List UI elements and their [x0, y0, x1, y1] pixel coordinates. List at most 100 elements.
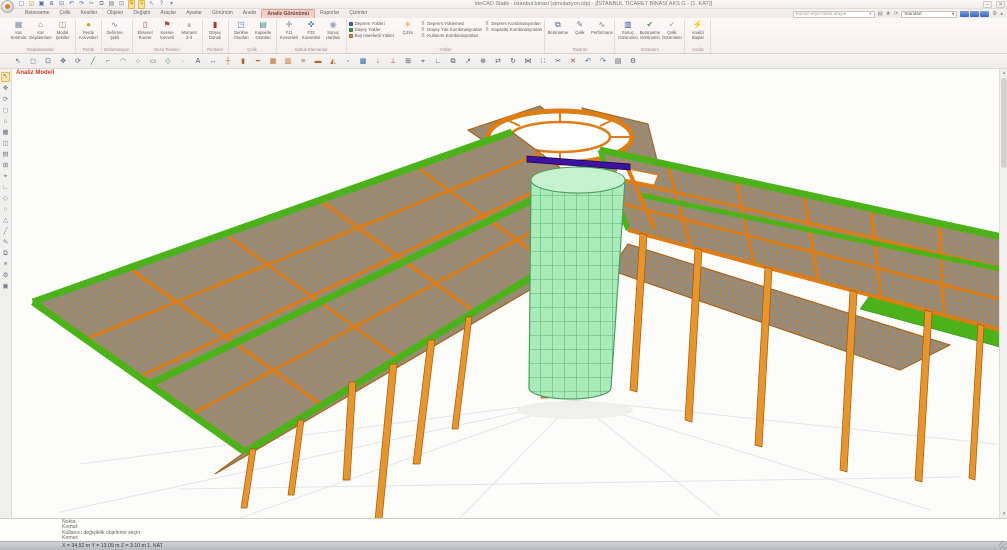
pan-icon[interactable]: ✥	[3, 85, 8, 93]
zoom-window-icon[interactable]: ◻	[29, 57, 37, 66]
triangle-icon[interactable]: △	[3, 217, 8, 225]
layer-widget[interactable]	[960, 11, 989, 17]
measure-icon[interactable]: ↗	[464, 57, 472, 66]
model-viewport[interactable]	[12, 69, 999, 518]
rotate-icon[interactable]: ↻	[509, 57, 517, 66]
pointer-icon[interactable]: ↖	[148, 1, 155, 8]
column-icon[interactable]: ▮	[239, 57, 247, 66]
seismic-loading-item[interactable]: ≣Deprem Yüklemesi	[421, 21, 482, 26]
print-icon[interactable]: ⊟	[58, 1, 65, 8]
zoom-extents-icon[interactable]: ⊡	[44, 57, 52, 66]
scroll-down-icon[interactable]: ▼	[1000, 510, 1007, 518]
elevation-view-icon[interactable]: ◫	[2, 140, 8, 148]
storey-check-button[interactable]: ▦Kat Kontrolü	[8, 19, 29, 41]
moment-button[interactable]: ⌅Moment 3-3	[179, 19, 200, 41]
seismic-combinations-item[interactable]: ≣Deprem Kombinasyonları	[485, 21, 542, 26]
tab-objeler[interactable]: Objeler	[102, 9, 128, 18]
detail-view-icon[interactable]: ▤	[2, 151, 8, 159]
seismic-loads-item[interactable]: Deprem Yükleri	[349, 21, 395, 26]
scroll-up-icon[interactable]: ▲	[1000, 69, 1007, 77]
wall-forces-button[interactable]: ●Perde Kuvvetleri	[78, 19, 99, 41]
resize-grip[interactable]	[999, 542, 1006, 549]
command-console[interactable]: NoktaKomut:Kullanıcı değişiklik objeleri…	[0, 518, 1007, 541]
stair-icon[interactable]: ≡	[299, 57, 307, 66]
app-menu-button[interactable]	[1, 0, 14, 13]
copy-icon[interactable]: ⊕	[479, 57, 487, 66]
point-icon[interactable]: ·	[179, 57, 187, 66]
concrete-design-button[interactable]: ⧉Betonarme	[547, 19, 568, 36]
rect-icon[interactable]: ▭	[149, 57, 157, 66]
drawing-button[interactable]: ✳Çizim	[397, 19, 418, 36]
cut-icon[interactable]: ✂	[88, 1, 95, 8]
zoom-window-icon[interactable]: ◻	[3, 107, 8, 115]
select-icon[interactable]: ↖	[1, 72, 10, 82]
capacity-ratios-button[interactable]: ▤Kapasite Oranları	[253, 19, 274, 41]
home-view-icon[interactable]: ⌂	[4, 118, 8, 126]
pan-icon[interactable]: ✥	[59, 57, 67, 66]
storey-drift-button[interactable]: ⌂Kat Deplasmanı	[30, 19, 51, 41]
qat-dropdown-icon[interactable]: ▾	[168, 1, 175, 8]
f22-forces-button[interactable]: ✜F22 Kuvvetleri	[301, 19, 322, 41]
tab-analiz[interactable]: Analiz	[238, 9, 262, 18]
load-icon[interactable]: ↓	[374, 57, 382, 66]
zoom-fit-icon[interactable]: ⊡	[118, 1, 125, 8]
tab-raporlar[interactable]: Raporlar	[315, 9, 344, 18]
save-icon[interactable]: ▣	[38, 1, 45, 8]
move-icon[interactable]: ⇄	[494, 57, 502, 66]
settings-icon[interactable]: ⚙	[629, 57, 637, 66]
wall-icon[interactable]: ▥	[284, 57, 292, 66]
tab-çelik[interactable]: Çelik	[54, 9, 75, 18]
tab-çizimler[interactable]: Çizimler	[344, 9, 372, 18]
stress-ratios-button[interactable]: ◳Gerilme Oranları	[231, 19, 252, 41]
settings-icon[interactable]: ⚙	[3, 272, 9, 280]
quick-run-icon[interactable]: ★	[138, 0, 145, 9]
deformed-shape-button[interactable]: ∿Deforme Şekil	[104, 19, 125, 41]
collapse-ribbon-icon[interactable]: ▴	[1000, 11, 1003, 18]
sync-icon[interactable]: ⟳	[894, 11, 899, 18]
steel-view-button[interactable]: ✔Çelik Görünümü	[661, 19, 682, 41]
select-icon[interactable]: ↖	[14, 57, 22, 66]
snap-icon[interactable]: ⌖	[4, 173, 8, 181]
array-icon[interactable]: ∷	[539, 57, 547, 66]
delete-icon[interactable]: ✕	[569, 57, 577, 66]
results-view-button[interactable]: ▥Sonuç Görünümü	[617, 19, 638, 41]
service-combinations-item[interactable]: ≣Kullanım Kombinasyonları	[421, 33, 482, 38]
favorite-icon[interactable]: ★	[128, 0, 135, 9]
new-file-icon[interactable]: ▢	[18, 1, 25, 8]
live-loads-item[interactable]: Boş Hareketli Yükler	[349, 33, 395, 38]
paste-icon[interactable]: ▤	[108, 1, 115, 8]
tab-görünüm[interactable]: Görünüm	[207, 9, 238, 18]
minimize-button[interactable]: –	[983, 1, 992, 8]
slab-icon[interactable]: ▦	[269, 57, 277, 66]
axis-icon[interactable]: ┼	[224, 57, 232, 66]
polyline-icon[interactable]: ⌐	[104, 57, 112, 66]
run-analysis-button[interactable]: ⚡Analizi Başlat	[687, 19, 708, 41]
grid-icon[interactable]: ⊞	[3, 162, 8, 170]
modal-shapes-button[interactable]: ◫Modal Şekiller	[52, 19, 73, 41]
scrollbar-thumb[interactable]	[1001, 78, 1007, 168]
layers-icon[interactable]: ⧉	[449, 57, 457, 66]
vertical-rebar-button[interactable]: ▮Düşey Donatı	[205, 19, 226, 41]
copy-icon[interactable]: ⧉	[98, 1, 105, 8]
grid-icon[interactable]: ⊞	[404, 57, 412, 66]
layers-icon[interactable]: ⧉	[3, 250, 8, 258]
open-file-icon[interactable]: ◱	[28, 1, 35, 8]
tab-analiz-görünümü[interactable]: Analiz Görünümü	[261, 9, 315, 18]
vertical-combinations-item[interactable]: ≣Düşey Yük Kombinasyonları	[421, 27, 482, 32]
ortho-icon[interactable]: ∟	[2, 184, 8, 192]
support-icon[interactable]: ⊥	[389, 57, 397, 66]
tab-araçlar[interactable]: Araçlar	[155, 9, 181, 18]
concrete-view-button[interactable]: ✔Betonarme Görünümü	[639, 19, 660, 41]
render-icon[interactable]: ▣	[2, 283, 8, 291]
text-icon[interactable]: A	[194, 57, 202, 66]
node-icon[interactable]: ◦	[344, 57, 352, 66]
command-search-input[interactable]: Komut veya metin arayın ▾	[793, 11, 875, 18]
capacity-combinations-item[interactable]: ≣Kapasite Kombinasyonları	[485, 27, 542, 32]
result-map-button[interactable]: ◉Sonuç Haritası	[323, 19, 344, 41]
list-icon[interactable]: ≡	[4, 261, 8, 269]
properties-icon[interactable]: ▤	[614, 57, 622, 66]
tab-değiştir[interactable]: Değiştir	[128, 9, 155, 18]
vertical-loads-item[interactable]: Düşey Yükler	[349, 27, 395, 32]
save-all-icon[interactable]: ⧈	[48, 1, 55, 8]
orbit-icon[interactable]: ⟳	[3, 96, 8, 104]
